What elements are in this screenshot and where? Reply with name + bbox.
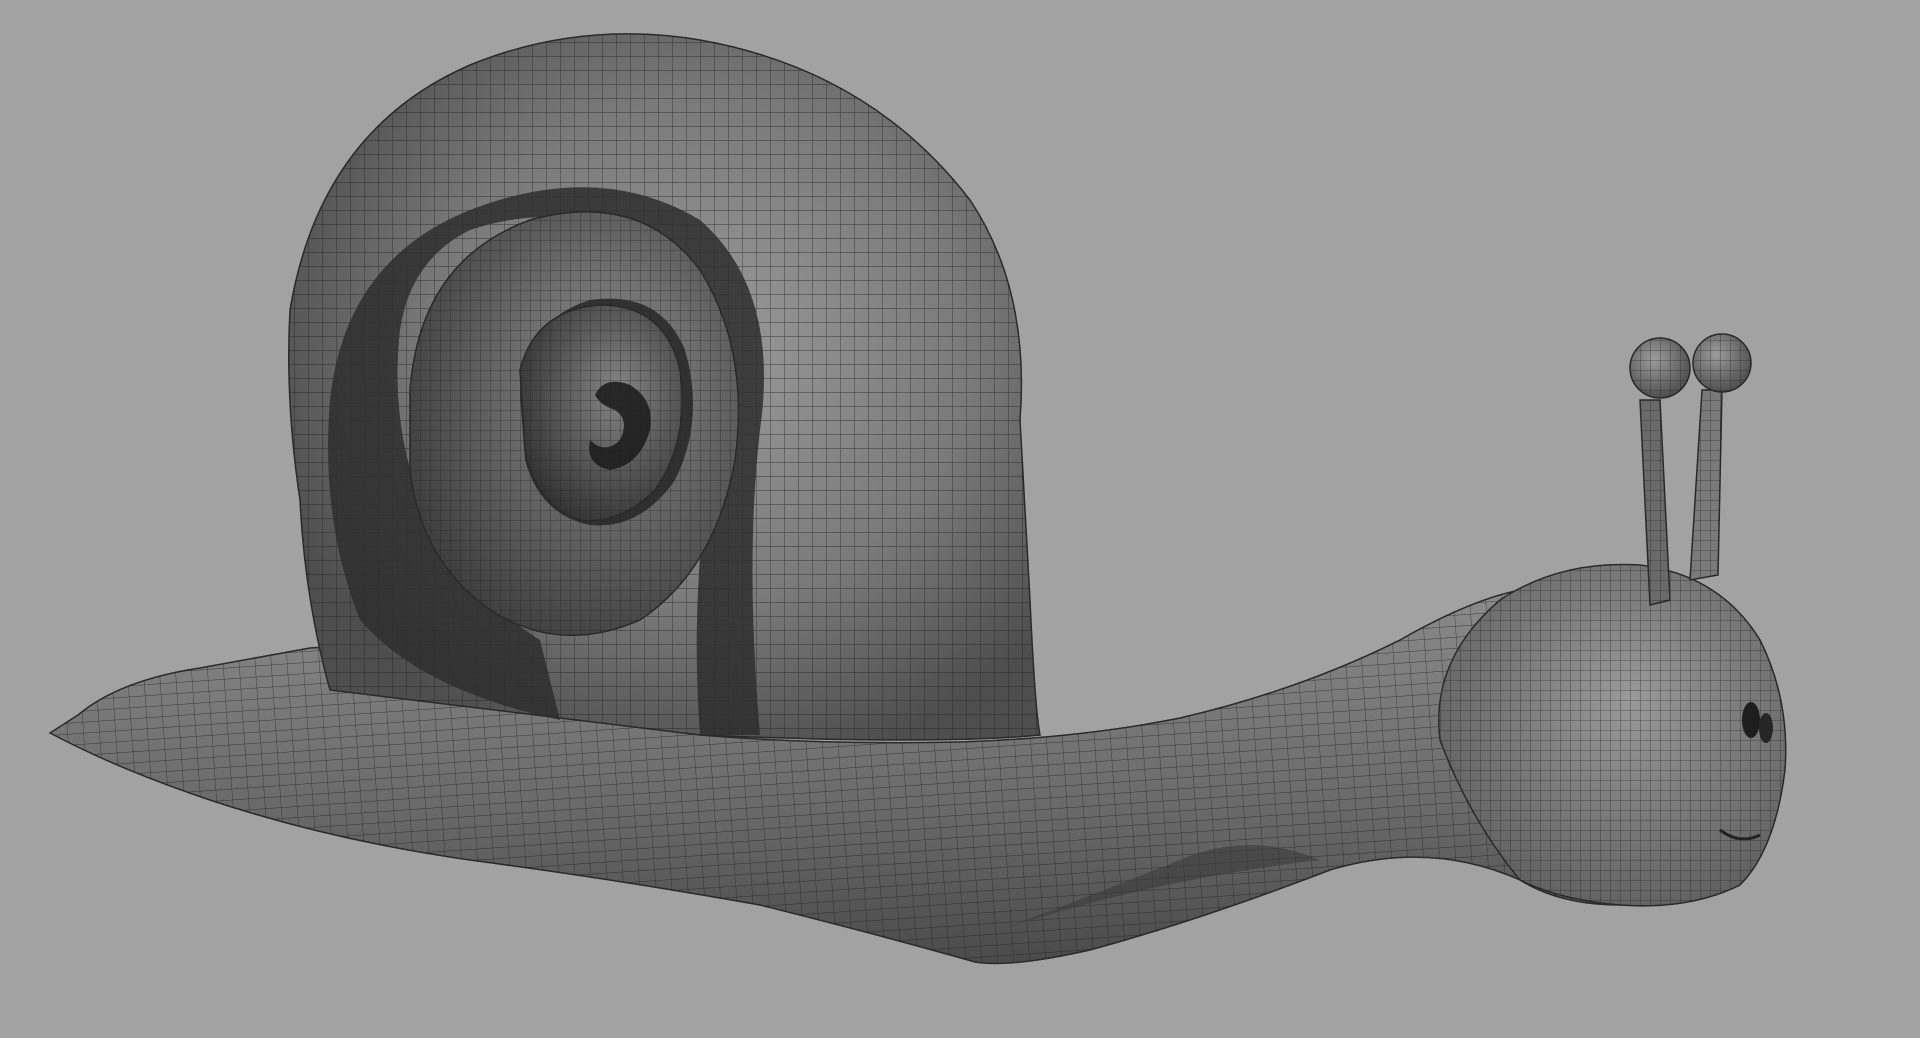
nostril-right <box>1759 713 1773 743</box>
eye-stalks[interactable] <box>1629 333 1752 606</box>
3d-viewport[interactable] <box>0 0 1920 1038</box>
snail-shell[interactable] <box>288 33 1041 741</box>
viewport-canvas[interactable] <box>0 0 1920 1038</box>
nostril-left <box>1742 702 1760 738</box>
